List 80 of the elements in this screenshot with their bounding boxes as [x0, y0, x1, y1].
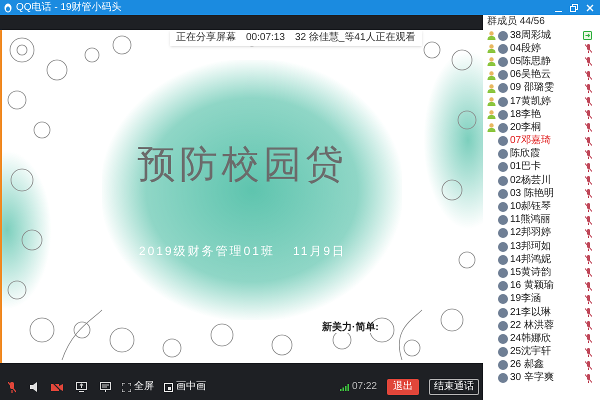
- share-timer: 00:07:13: [246, 33, 285, 43]
- member-name[interactable]: 14邦鸿妮: [510, 254, 552, 265]
- speaker-button[interactable]: [28, 380, 40, 394]
- member-name[interactable]: 陈欣霞: [510, 149, 540, 160]
- slide-subtitle: 2019级财务管理01班: [138, 245, 275, 257]
- member-name[interactable]: 11熊鸿丽: [510, 215, 550, 226]
- member-name[interactable]: 13邦珂如: [510, 242, 552, 252]
- member-name[interactable]: 06吴艳云: [510, 70, 552, 80]
- avatar: [498, 96, 508, 107]
- avatar: [498, 176, 508, 186]
- member-name[interactable]: 17黄凯婷: [510, 96, 552, 107]
- member-name[interactable]: 01巴卡: [510, 162, 542, 172]
- avatar: [498, 334, 508, 344]
- member-name[interactable]: 03 陈艳明: [510, 188, 554, 199]
- avatar: [498, 70, 508, 80]
- avatar: [498, 202, 508, 212]
- avatar: [498, 228, 508, 238]
- share-status: 正在分享屏幕: [176, 33, 236, 43]
- call-duration: 07:22: [352, 382, 377, 392]
- avatar: [498, 294, 508, 304]
- member-name[interactable]: 04段婷: [510, 44, 542, 54]
- avatar: [498, 320, 508, 331]
- member-name[interactable]: 15黄诗韵: [510, 268, 552, 278]
- window-title: QQ电话 - 19财管小码头: [16, 2, 122, 12]
- fullscreen-button[interactable]: 全屏: [122, 382, 154, 392]
- member-name[interactable]: 30 辛字爽: [510, 373, 554, 384]
- avatar: [498, 30, 508, 41]
- member-name[interactable]: 12邦羽婷: [510, 228, 552, 238]
- slide-footer-text: 新美力·简单:: [322, 323, 379, 333]
- avatar: [498, 373, 508, 384]
- viewer-count: 32 徐佳慧_等41人正在观看: [294, 33, 416, 43]
- avatar: [498, 122, 508, 133]
- qq-penguin-icon: [4, 2, 12, 12]
- whiteboard-button[interactable]: [98, 380, 112, 394]
- avatar: [498, 268, 508, 278]
- avatar: [498, 308, 508, 318]
- member-count-header: 群成员 44/56: [487, 15, 546, 29]
- picture-in-picture-icon: [164, 382, 173, 392]
- restore-button[interactable]: [568, 2, 580, 14]
- avatar: [498, 136, 508, 146]
- avatar: [498, 188, 508, 199]
- avatar: [498, 242, 508, 252]
- avatar: [498, 254, 508, 265]
- end-call-button[interactable]: 结束通话: [429, 379, 479, 395]
- microphone-button[interactable]: [6, 380, 18, 394]
- fullscreen-icon: [122, 382, 131, 392]
- camera-off-icon: [51, 382, 63, 392]
- avatar: [498, 56, 508, 67]
- member-name[interactable]: 05陈思静: [510, 56, 552, 67]
- avatar: [498, 162, 508, 172]
- avatar: [498, 83, 508, 94]
- member-name[interactable]: 22 林洪蓉: [510, 320, 554, 331]
- member-name[interactable]: 07邓嘉琦: [510, 136, 552, 146]
- avatar: [498, 215, 508, 226]
- slide-title: 预防校园贷: [138, 145, 348, 183]
- share-screen-button[interactable]: [74, 380, 88, 394]
- member-name[interactable]: 26 郝鑫: [510, 360, 544, 370]
- avatar: [498, 44, 508, 54]
- avatar: [498, 110, 508, 120]
- picture-in-picture-button[interactable]: 画中画: [164, 382, 206, 392]
- member-name[interactable]: 19李涵: [510, 294, 542, 304]
- avatar: [498, 281, 508, 292]
- member-name[interactable]: 25沈宇轩: [510, 347, 552, 358]
- member-name[interactable]: 21李以琳: [510, 308, 552, 318]
- member-name[interactable]: 18李艳: [510, 110, 542, 120]
- member-name[interactable]: 16 黄颖瑜: [510, 281, 554, 292]
- member-name[interactable]: 09 邵璐雯: [510, 83, 554, 94]
- exit-button[interactable]: 退出: [387, 379, 419, 395]
- member-name[interactable]: 24韩娜欣: [510, 334, 552, 344]
- member-name[interactable]: 38周彩城: [510, 30, 552, 41]
- signal-icon: [340, 383, 350, 391]
- member-name[interactable]: 02杨芸川: [510, 176, 552, 186]
- slide-date: 11月9日: [292, 245, 346, 257]
- avatar: [498, 347, 508, 358]
- avatar: [498, 149, 508, 160]
- member-name[interactable]: 20李桐: [510, 122, 542, 133]
- avatar: [498, 360, 508, 370]
- close-button[interactable]: [584, 2, 596, 14]
- muted-microphone-icon: [8, 382, 16, 392]
- member-name[interactable]: 10郝钰琴: [510, 202, 552, 212]
